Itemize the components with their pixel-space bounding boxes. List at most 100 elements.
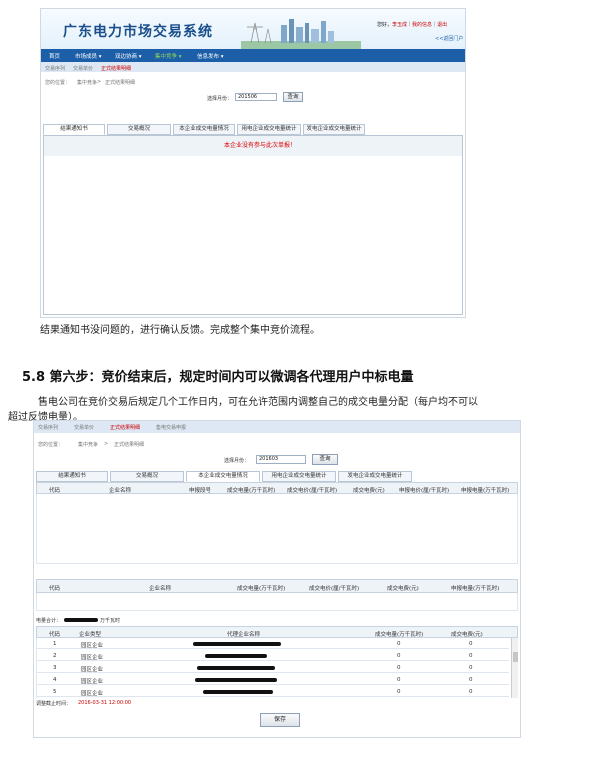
table2-body-empty (36, 593, 518, 611)
screenshot-trading-system-notice: 广东电力市场交易系统 您好，李玉成｜我的信息｜退出 <<返回门户 首页 市场成员… (40, 8, 466, 318)
cell-code: 1 (53, 641, 57, 647)
col-volume: 成交电量(万千瓦时) (227, 488, 276, 494)
section-heading: 5.8 第六步：竞价结束后，规定时间内可以微调各代理用户中标电量 (22, 370, 414, 385)
city-skyline-banner (241, 19, 361, 49)
month-label: 选择月份： (224, 458, 250, 464)
col-price: 成交电价(厘/千瓦时) (309, 586, 360, 592)
col-agent-company: 代理企业名称 (227, 632, 261, 638)
tab-overview[interactable]: 交易概况 (110, 471, 184, 482)
table3-scrollbar[interactable] (511, 638, 518, 698)
tab-overview[interactable]: 交易概况 (107, 124, 171, 135)
tab-bar: 结果通知书 交易概况 本企业成交电量情况 用电企业成交电量统计 发电企业成交电量… (36, 471, 520, 482)
cell-fee: 0 (469, 653, 473, 659)
logout-link[interactable]: 退出 (437, 22, 447, 28)
nav-info-release[interactable]: 信息发布 ▾ (197, 52, 224, 60)
table-row[interactable]: 5 园区企业 0 0 (37, 686, 509, 697)
nav-home[interactable]: 首页 (49, 52, 60, 60)
table-row[interactable]: 3 园区企业 0 0 (37, 662, 509, 673)
col-fee: 成交电费(元) (451, 632, 483, 638)
nav-bilateral[interactable]: 双边协商 ▾ (115, 52, 142, 60)
breadcrumb-label: 您的位置： (38, 442, 64, 448)
scrollbar-thumb[interactable] (513, 652, 518, 662)
tab-notice[interactable]: 结果通知书 (36, 471, 108, 482)
paragraph-adjust-line1: 售电公司在竞价交易后规定几个工作日内，可在允许范围内调整自己的成交电量分配（每户… (38, 397, 478, 408)
tab-consumer-stats[interactable]: 用电企业成交电量统计 (262, 471, 336, 482)
greeting: 您好， (377, 22, 393, 28)
query-button[interactable]: 查询 (312, 454, 338, 465)
table-row[interactable]: 1 园区企业 0 0 (37, 638, 509, 649)
month-label: 选择月份： (207, 96, 233, 102)
cell-fee: 0 (469, 677, 473, 683)
cell-volume[interactable]: 0 (397, 653, 401, 659)
tab-generator-stats[interactable]: 发电企业成交电量统计 (338, 471, 412, 482)
table-row[interactable]: 4 园区企业 0 0 (37, 674, 509, 685)
breadcrumb-label: 您的位置： (45, 80, 71, 86)
cell-type: 园区企业 (81, 655, 104, 661)
notice-message: 本企业没有参与此次单报！ (224, 142, 297, 149)
month-input[interactable]: 201603 (256, 455, 306, 464)
username-link[interactable]: 李玉成 (392, 22, 407, 28)
cell-code: 5 (53, 689, 57, 695)
tab-notice[interactable]: 结果通知书 (43, 124, 105, 135)
breadcrumb-current: 正式结果明细 (105, 80, 136, 86)
col-declared-price: 申报电价(厘/千瓦时) (399, 488, 450, 494)
table1-header: 代码 企业名称 申报段号 成交电量(万千瓦时) 成交电价(厘/千瓦时) 成交电费… (36, 482, 518, 494)
cell-volume[interactable]: 0 (397, 665, 401, 671)
cell-type: 园区企业 (81, 643, 104, 649)
subnav-sales-declare[interactable]: 售电交易申报 (156, 424, 186, 431)
system-header: 广东电力市场交易系统 您好，李玉成｜我的信息｜退出 <<返回门户 (41, 9, 465, 49)
tab-company-volume[interactable]: 本企业成交电量情况 (173, 124, 235, 135)
my-info-link[interactable]: 我的信息 (412, 22, 432, 28)
cell-code: 4 (53, 677, 57, 683)
table-row[interactable]: 2 园区企业 0 0 (37, 650, 509, 661)
screenshot-adjust-volume: 交易序列 交易单价 正式结果明细 售电交易申报 您的位置： 集中竞争 > 正式结… (33, 420, 521, 738)
deadline-value: 2016-03-31 12:00:00 (78, 700, 132, 706)
subnav-bar (34, 421, 520, 433)
cell-code: 2 (53, 653, 57, 659)
redacted-company-name (205, 654, 267, 658)
total-label: 电量合计： (36, 618, 62, 624)
subnav-formal-result[interactable]: 正式结果明细 (101, 65, 131, 72)
tab-consumer-stats[interactable]: 用电企业成交电量统计 (237, 124, 301, 135)
cell-type: 园区企业 (81, 667, 104, 673)
subnav-price[interactable]: 交易单价 (74, 424, 94, 431)
col-fee: 成交电费(元) (387, 586, 419, 592)
subnav-formal-result[interactable]: 正式结果明细 (110, 424, 140, 431)
col-segment: 申报段号 (189, 488, 212, 494)
redacted-company-name (197, 666, 275, 670)
breadcrumb-centralized[interactable]: 集中竞争 (78, 441, 98, 448)
redacted-company-name (195, 678, 277, 682)
table3-body: 1 园区企业 0 0 2 园区企业 0 0 3 园区企业 0 0 4 园区企业 … (36, 638, 518, 698)
cell-volume[interactable]: 0 (397, 689, 401, 695)
paragraph-confirm: 结果通知书没问题的，进行确认反馈。完成整个集中竞价流程。 (40, 325, 320, 336)
save-button[interactable]: 保存 (260, 713, 300, 727)
cell-code: 3 (53, 665, 57, 671)
col-company-type: 企业类型 (79, 632, 102, 638)
table3-header: 代码 企业类型 代理企业名称 成交电量(万千瓦时) 成交电费(元) (36, 626, 518, 638)
col-code: 代码 (49, 488, 61, 494)
subnav-price[interactable]: 交易单价 (73, 65, 93, 72)
tab-generator-stats[interactable]: 发电企业成交电量统计 (303, 124, 365, 135)
deadline-label: 调整截止时间： (36, 701, 72, 707)
back-to-portal-link[interactable]: <<返回门户 (435, 37, 463, 42)
breadcrumb-separator: > (104, 441, 109, 447)
col-declared-volume: 申报电量(万千瓦时) (461, 488, 510, 494)
breadcrumb-current: 正式结果明细 (114, 442, 145, 448)
query-button[interactable]: 查询 (283, 92, 303, 102)
col-code: 代码 (49, 586, 61, 592)
cell-volume[interactable]: 0 (397, 677, 401, 683)
month-input[interactable]: 201506 (235, 93, 277, 101)
col-declared-volume: 申报电量(万千瓦时) (451, 586, 500, 592)
breadcrumb-centralized[interactable]: 集中竞争 (77, 79, 97, 86)
nav-centralized[interactable]: 集中竞争 ▾ (155, 52, 182, 60)
col-volume: 成交电量(万千瓦时) (375, 632, 424, 638)
cell-volume[interactable]: 0 (397, 641, 401, 647)
subnav-sequence[interactable]: 交易序列 (45, 65, 65, 72)
cell-fee: 0 (469, 689, 473, 695)
subnav-sequence[interactable]: 交易序列 (38, 424, 58, 431)
tab-company-volume[interactable]: 本企业成交电量情况 (186, 471, 260, 482)
col-company-name: 企业名称 (149, 586, 172, 592)
main-nav: 首页 市场成员 ▾ 双边协商 ▾ 集中竞争 ▾ 信息发布 ▾ (41, 49, 465, 62)
nav-market-members[interactable]: 市场成员 ▾ (75, 52, 102, 60)
redacted-company-name (203, 690, 273, 694)
